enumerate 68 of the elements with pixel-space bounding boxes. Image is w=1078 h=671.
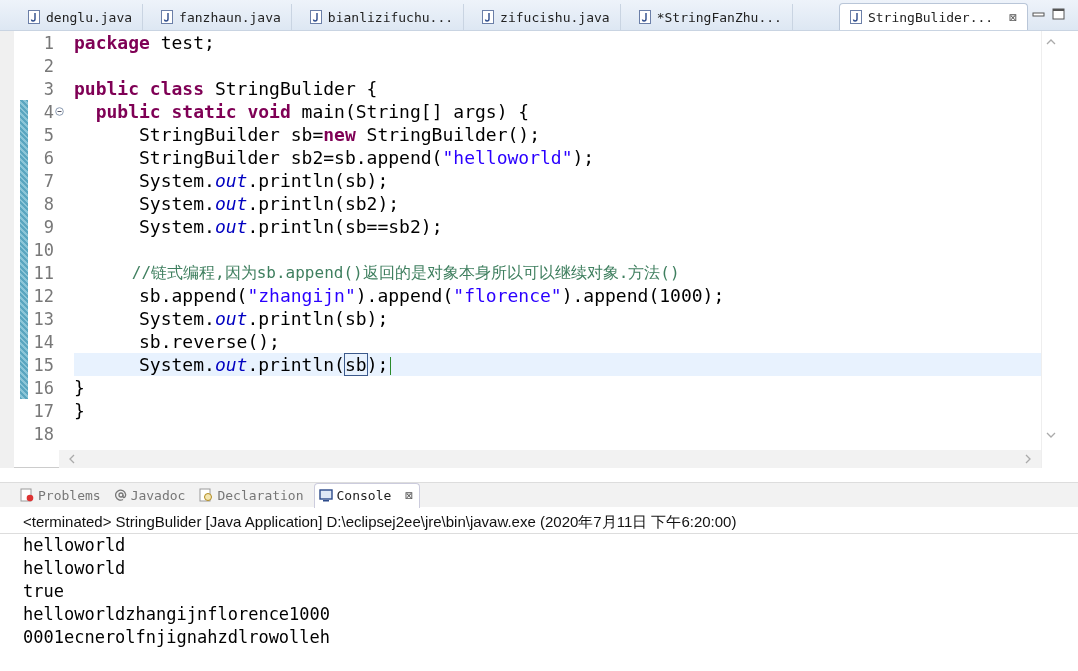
scroll-up-icon[interactable] bbox=[1046, 37, 1056, 47]
console-icon bbox=[318, 489, 333, 502]
code-line: StringBuilder sb=new StringBuilder(); bbox=[138, 124, 540, 145]
view-tab[interactable]: Declaration bbox=[195, 483, 310, 507]
line-number: 6 bbox=[42, 147, 54, 168]
line-number: 3 bbox=[42, 78, 54, 99]
code-line: sb.reverse(); bbox=[138, 331, 280, 352]
view-tab[interactable]: Javadoc bbox=[110, 483, 192, 507]
console-output-line: 0001ecnerolfnjignahzdlrowolleh bbox=[23, 626, 332, 649]
code-line: public class StringBulider { bbox=[74, 78, 378, 99]
code-line: System.out.println(sb==sb2); bbox=[138, 216, 443, 237]
line-number: 15 bbox=[32, 354, 54, 375]
line-number: 4 bbox=[42, 101, 54, 122]
code-line: sb.append("zhangijn").append("florence").append(1000); bbox=[138, 285, 725, 306]
console-output-line: helloworld bbox=[23, 557, 127, 580]
code-line: System.out.println(sb); bbox=[138, 170, 389, 191]
editor-tab[interactable]: StringBulider... ⊠ bbox=[838, 3, 1028, 30]
scroll-down-icon[interactable] bbox=[1046, 430, 1056, 440]
editor-tab[interactable]: zifucishu.java bbox=[472, 4, 621, 30]
horizontal-scrollbar[interactable] bbox=[59, 450, 1041, 468]
line-number: 13 bbox=[32, 308, 54, 329]
editor-tab[interactable]: bianlizifuchu... bbox=[299, 4, 465, 30]
at-sign-icon bbox=[114, 489, 127, 501]
close-icon[interactable]: ⊠ bbox=[1009, 9, 1017, 25]
line-number: 12 bbox=[32, 285, 54, 306]
line-number: 8 bbox=[42, 193, 54, 214]
view-tab[interactable]: Console ⊠ bbox=[313, 482, 421, 508]
problems-icon bbox=[20, 488, 34, 502]
line-number: 1 bbox=[42, 32, 54, 53]
console-output-line: helloworld bbox=[23, 534, 127, 557]
line-number: 10 bbox=[32, 239, 54, 260]
code-line: StringBuilder sb2=sb.append("helloworld"); bbox=[138, 147, 595, 168]
code-line: public static void main(String[] args) { bbox=[94, 101, 530, 122]
editor-tab[interactable]: denglu.java bbox=[18, 4, 144, 30]
view-tab[interactable]: Problems bbox=[16, 483, 107, 507]
java-file-icon bbox=[849, 10, 862, 24]
code-line: } bbox=[74, 377, 85, 398]
line-number: 17 bbox=[32, 400, 54, 421]
code-line: System.out.println(sb); bbox=[74, 354, 392, 375]
line-number: 2 bbox=[42, 55, 54, 76]
console-status: <terminated> StringBulider [Java Application] D:\eclipsej2ee\jre\bin\javaw.exe (2020年7月11日 下午6:20:00) bbox=[0, 511, 1078, 534]
line-number: 11 bbox=[32, 262, 54, 283]
console-output-line: true bbox=[23, 580, 65, 603]
maximize-icon[interactable] bbox=[1052, 8, 1066, 20]
line-number: 18 bbox=[32, 423, 54, 444]
console-output-line: helloworldzhangijnflorence1000 bbox=[23, 603, 332, 626]
java-file-icon bbox=[482, 10, 495, 24]
editor-tab[interactable]: fanzhaun.java bbox=[151, 4, 292, 30]
close-icon[interactable]: ⊠ bbox=[405, 488, 414, 503]
line-number: 14 bbox=[32, 331, 54, 352]
line-number: 16 bbox=[32, 377, 54, 398]
code-line: //链式编程,因为sb.append()返回的是对象本身所以可以继续对象.方法() bbox=[130, 262, 680, 284]
code-line: System.out.println(sb); bbox=[138, 308, 389, 329]
java-file-icon bbox=[161, 10, 174, 24]
java-file-icon bbox=[28, 10, 40, 24]
scroll-left-icon[interactable] bbox=[67, 454, 77, 464]
line-number: 5 bbox=[42, 124, 54, 145]
collapse-icon[interactable] bbox=[55, 107, 64, 116]
editor-tab[interactable]: *StringFanZhu... bbox=[628, 4, 793, 30]
line-number: 7 bbox=[42, 170, 54, 191]
code-line: System.out.println(sb2); bbox=[138, 193, 400, 214]
code-line: package test; bbox=[74, 32, 215, 53]
java-file-icon bbox=[309, 10, 322, 24]
scroll-right-icon[interactable] bbox=[1023, 454, 1033, 464]
java-file-icon bbox=[638, 10, 651, 24]
code-line: } bbox=[74, 400, 85, 421]
line-number: 9 bbox=[42, 216, 54, 237]
declaration-icon bbox=[199, 488, 214, 502]
